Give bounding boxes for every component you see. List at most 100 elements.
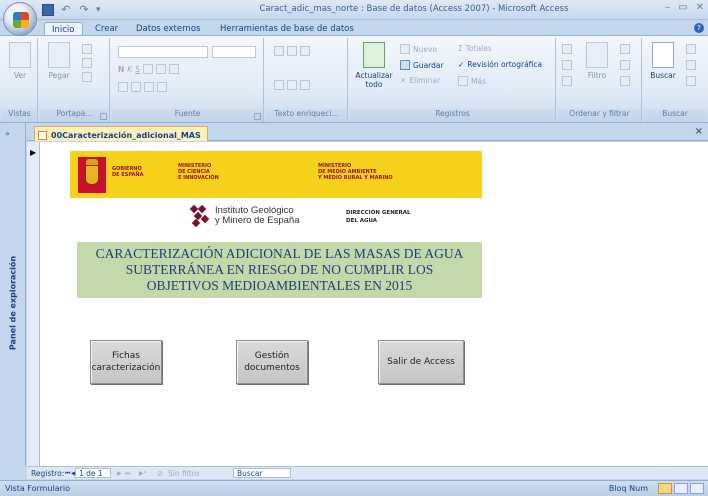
last-record-icon[interactable]: ⏭ <box>125 470 130 478</box>
igme-logo-icon <box>189 204 210 228</box>
align-left-icon[interactable] <box>142 64 153 74</box>
record-search-input[interactable]: Buscar <box>233 468 291 478</box>
ltr-icon[interactable] <box>300 46 310 56</box>
tab-inicio[interactable]: Inicio <box>44 22 83 36</box>
clipboard-launcher-icon[interactable] <box>100 113 107 120</box>
new-record-icon <box>400 44 410 54</box>
font-launcher-icon[interactable] <box>254 113 261 120</box>
first-record-icon[interactable]: ⏮ <box>65 470 70 478</box>
window-controls: – ▭ ✕ <box>665 2 704 13</box>
tab-crear[interactable]: Crear <box>88 22 125 36</box>
select-icon[interactable] <box>686 76 696 86</box>
format-painter-icon[interactable] <box>82 72 92 82</box>
font-size-combo[interactable] <box>212 46 256 58</box>
group-registros: Actualizar todo Nuevo Σ Totales Guardar ✓… <box>350 38 556 122</box>
close-document-icon[interactable]: × <box>695 126 703 137</box>
delete-icon: ✕ <box>400 76 407 85</box>
salir-access-button[interactable]: Salir de Access <box>378 340 464 384</box>
totales-button[interactable]: Totales <box>466 44 492 53</box>
status-bar: Vista Formulario Bloq Num <box>0 480 708 496</box>
replace-icon[interactable] <box>686 44 696 54</box>
alt-fill-icon[interactable] <box>157 82 167 92</box>
increase-indent-icon[interactable] <box>287 46 297 56</box>
ministerio-ciencia-label: MINISTERIO DE CIENCIA E INNOVACIÓN <box>178 163 219 181</box>
cut-icon[interactable] <box>82 44 92 54</box>
tab-datos-externos[interactable]: Datos externos <box>129 22 207 36</box>
group-label-fuente: Fuente <box>112 109 263 122</box>
clear-sort-icon[interactable] <box>562 76 572 86</box>
pegar-button[interactable]: Pegar <box>42 42 76 102</box>
buscar-ribbon-button[interactable]: Buscar <box>646 42 680 102</box>
filter-icon <box>586 42 608 68</box>
sort-desc-icon[interactable] <box>562 60 572 70</box>
design-view-button[interactable] <box>690 483 704 494</box>
eliminar-button[interactable]: Eliminar <box>409 76 440 85</box>
document-tab-label: 00Caracterización_adicional_MAS <box>51 130 201 140</box>
ribbon-tabs: Inicio Crear Datos externos Herramientas… <box>0 20 708 36</box>
form-view-button[interactable] <box>658 483 672 494</box>
underline-button[interactable]: S <box>135 65 140 74</box>
record-navigation-bar: Registro: ⏮ ◀ 1 de 1 ▶ ⏭ ▶* ⊘ Sin filtro… <box>27 466 708 479</box>
tab-herramientas[interactable]: Herramientas de base de datos <box>213 22 361 36</box>
group-portapapeles: Pegar Portapa... <box>40 38 110 122</box>
fill-color-icon[interactable] <box>131 82 141 92</box>
nuevo-button[interactable]: Nuevo <box>413 45 437 54</box>
advanced-icon[interactable] <box>620 60 630 70</box>
view-status: Vista Formulario <box>5 484 71 493</box>
font-name-combo[interactable] <box>118 46 208 58</box>
highlight-icon[interactable] <box>300 80 310 90</box>
align-center-icon[interactable] <box>155 64 166 74</box>
group-label-texto: Texto enriqueci... <box>266 109 347 122</box>
ver-button[interactable]: Ver <box>3 42 37 102</box>
group-texto-enriquecido: Texto enriqueci... <box>266 38 348 122</box>
gestion-documentos-button[interactable]: Gestión documentos <box>236 340 308 384</box>
selection-icon[interactable] <box>620 44 630 54</box>
filter-status-icon: ⊘ <box>157 469 164 478</box>
title-bar: ↶ ↷ ▾ Caract_adic_mas_norte : Base de da… <box>0 0 708 36</box>
align-right-icon[interactable] <box>168 64 179 74</box>
guardar-button[interactable]: Guardar <box>413 61 444 70</box>
font-color-icon[interactable] <box>118 82 128 92</box>
current-record-field[interactable]: 1 de 1 <box>75 468 111 478</box>
record-selector[interactable]: ▶ <box>27 142 40 466</box>
document-tab-bar: 00Caracterización_adicional_MAS × <box>27 123 708 141</box>
office-button[interactable] <box>3 2 37 36</box>
layout-view-button[interactable] <box>674 483 688 494</box>
copy-icon[interactable] <box>82 58 92 68</box>
ministry-banner: GOBIERNO DE ESPAÑA MINISTERIO DE CIENCIA… <box>70 151 482 198</box>
filtro-button[interactable]: Filtro <box>580 42 614 102</box>
close-button[interactable]: ✕ <box>696 2 704 13</box>
next-record-icon[interactable]: ▶ <box>117 470 122 477</box>
revision-ortografica-button[interactable]: Revisión ortográfica <box>467 60 542 69</box>
group-label-buscar: Buscar <box>644 109 706 122</box>
office-logo-icon <box>13 12 29 28</box>
numbering-icon[interactable] <box>274 80 284 90</box>
expand-nav-icon[interactable]: » <box>5 129 10 138</box>
filter-status[interactable]: Sin filtro <box>168 469 199 478</box>
italic-button[interactable]: K <box>127 65 132 74</box>
group-label-registros: Registros <box>350 109 555 122</box>
view-switcher <box>658 483 704 494</box>
toggle-filter-icon[interactable] <box>620 76 630 86</box>
navigation-pane-label[interactable]: Panel de exploración <box>9 256 18 350</box>
form-icon <box>38 130 47 140</box>
fichas-caracterizacion-button[interactable]: Fichas caracterización <box>90 340 162 384</box>
new-record-icon[interactable]: ▶* <box>139 470 147 477</box>
minimize-button[interactable]: – <box>665 2 670 13</box>
record-label: Registro: <box>31 469 65 478</box>
navigation-pane[interactable]: » Panel de exploración <box>0 123 26 466</box>
group-vistas: Ver Vistas <box>2 38 38 122</box>
goto-icon[interactable] <box>686 60 696 70</box>
document-tab[interactable]: 00Caracterización_adicional_MAS <box>34 126 208 141</box>
bold-button[interactable]: N <box>118 65 124 74</box>
spain-coat-of-arms-icon <box>78 157 106 193</box>
num-lock-status: Bloq Num <box>608 484 648 493</box>
bullets-icon[interactable] <box>287 80 297 90</box>
gridlines-icon[interactable] <box>144 82 154 92</box>
mas-button[interactable]: Más <box>471 77 486 86</box>
actualizar-todo-button[interactable]: Actualizar todo <box>354 42 394 102</box>
decrease-indent-icon[interactable] <box>274 46 284 56</box>
help-icon[interactable]: ? <box>694 23 704 33</box>
sort-asc-icon[interactable] <box>562 44 572 54</box>
maximize-button[interactable]: ▭ <box>678 2 687 13</box>
